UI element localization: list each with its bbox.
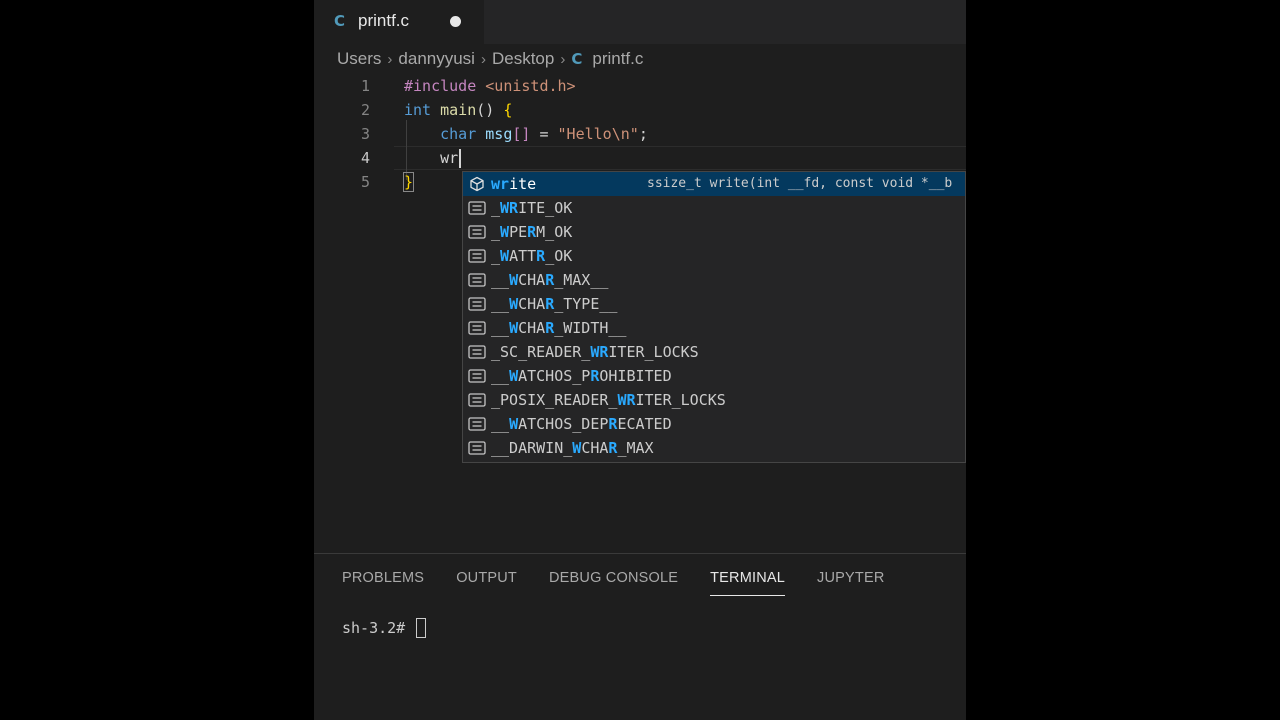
constant-icon (468, 439, 486, 457)
parens: () (476, 101, 495, 119)
suggestion-item[interactable]: __WATCHOS_DEPRECATED (463, 412, 965, 436)
constant-icon (468, 343, 486, 361)
line-number-active: 4 (360, 149, 370, 167)
terminal-line[interactable]: sh-3.2# (342, 618, 427, 638)
code-line-1: #include <unistd.h> (404, 74, 576, 98)
suggestion-item[interactable]: _WPERM_OK (463, 220, 965, 244)
code-editor[interactable]: 1 2 3 4 5 #include <unistd.h> int main()… (314, 74, 966, 552)
unsaved-dot-icon[interactable] (450, 16, 461, 27)
constant-icon (468, 319, 486, 337)
tab-printf-c[interactable]: C printf.c (314, 0, 484, 44)
breadcrumb: Users › dannyyusi › Desktop › C printf.c (337, 48, 643, 70)
function-name: main (440, 101, 477, 119)
array-brackets: [] (512, 125, 531, 143)
line-number: 3 (360, 125, 370, 143)
code-line-2: int main() { (404, 98, 512, 122)
chevron-right-icon: › (387, 50, 393, 68)
chevron-right-icon: › (560, 50, 566, 68)
constant-icon (468, 223, 486, 241)
c-file-icon: C (334, 12, 346, 30)
suggestion-list[interactable]: write ssize_t write(int __fd, const void … (463, 172, 965, 460)
suggestion-label: __WATCHOS_DEPRECATED (491, 415, 672, 433)
terminal-prompt: sh-3.2# (342, 619, 415, 637)
code-line-3: char msg[] = "Hello\n"; (404, 122, 648, 146)
suggestion-label: __WCHAR_MAX__ (491, 271, 609, 289)
terminal-cursor (416, 618, 427, 638)
type-keyword: int (404, 101, 432, 119)
type-keyword: char (440, 125, 477, 143)
variable-name: msg (485, 125, 513, 143)
string-literal: "Hello\n" (557, 125, 639, 143)
close-brace: } (402, 172, 415, 192)
suggestion-detail: ssize_t write(int __fd, const void *__b (647, 176, 953, 191)
suggestion-item[interactable]: __WATCHOS_PROHIBITED (463, 364, 965, 388)
suggestion-label: _SC_READER_WRITER_LOCKS (491, 343, 699, 361)
suggestion-label: __WATCHOS_PROHIBITED (491, 367, 672, 385)
panel-tabs: PROBLEMS OUTPUT DEBUG CONSOLE TERMINAL JUPYT… (342, 566, 917, 596)
chevron-right-icon: › (480, 50, 486, 68)
breadcrumb-item-file[interactable]: printf.c (592, 49, 643, 69)
constant-icon (468, 415, 486, 433)
panel-tab-terminal[interactable]: TERMINAL (710, 566, 786, 596)
constant-icon (468, 199, 486, 217)
semicolon: ; (638, 125, 648, 143)
panel-tab-problems[interactable]: PROBLEMS (342, 566, 424, 596)
constant-icon (468, 367, 486, 385)
autocomplete-suggest-widget[interactable]: write ssize_t write(int __fd, const void … (462, 171, 966, 463)
suggestion-item[interactable]: write ssize_t write(int __fd, const void … (463, 172, 965, 196)
breadcrumb-item-dannyyusi[interactable]: dannyyusi (398, 49, 475, 69)
code-line-5: } (402, 170, 415, 194)
suggestion-item[interactable]: __WCHAR_WIDTH__ (463, 316, 965, 340)
suggestion-item[interactable]: _WATTR_OK (463, 244, 965, 268)
line-number: 1 (360, 77, 370, 95)
suggestion-item[interactable]: __WCHAR_TYPE__ (463, 292, 965, 316)
c-file-icon: C (571, 50, 583, 68)
tab-label: printf.c (358, 11, 410, 30)
suggestion-label: __DARWIN_WCHAR_MAX (491, 439, 654, 457)
suggestion-label: _WRITE_OK (491, 199, 573, 217)
preprocessor-directive: #include (404, 77, 477, 95)
panel-tab-jupyter[interactable]: JUPYTER (817, 566, 884, 596)
suggestion-item[interactable]: _POSIX_READER_WRITER_LOCKS (463, 388, 965, 412)
panel-tab-debug-console[interactable]: DEBUG CONSOLE (549, 566, 678, 596)
suggestion-label: _POSIX_READER_WRITER_LOCKS (491, 391, 726, 409)
code-line-4: wr (404, 146, 462, 170)
suggestion-item[interactable]: __DARWIN_WCHAR_MAX (463, 436, 965, 460)
breadcrumb-item-users[interactable]: Users (337, 49, 381, 69)
include-header: <unistd.h> (485, 77, 576, 95)
suggestion-label: _WPERM_OK (491, 223, 573, 241)
suggestion-item[interactable]: _WRITE_OK (463, 196, 965, 220)
suggestion-label: _WATTR_OK (491, 247, 573, 265)
current-line-highlight (394, 146, 966, 170)
constant-icon (468, 247, 486, 265)
constant-icon (468, 295, 486, 313)
tab-bar: C printf.c (314, 0, 966, 44)
suggestion-item[interactable]: __WCHAR_MAX__ (463, 268, 965, 292)
text-cursor (459, 149, 462, 168)
typed-text: wr (440, 149, 459, 167)
vscode-window: C printf.c Users › dannyyusi › Desktop ›… (314, 0, 966, 720)
panel-tab-output[interactable]: OUTPUT (456, 566, 517, 596)
constant-icon (468, 391, 486, 409)
suggestion-label: __WCHAR_TYPE__ (491, 295, 618, 313)
bottom-panel: PROBLEMS OUTPUT DEBUG CONSOLE TERMINAL JUPYT… (314, 553, 966, 720)
line-number: 5 (360, 173, 370, 191)
line-number: 2 (360, 101, 370, 119)
suggestion-item[interactable]: _SC_READER_WRITER_LOCKS (463, 340, 965, 364)
suggestion-label: write (491, 175, 537, 193)
breadcrumb-item-desktop[interactable]: Desktop (492, 49, 554, 69)
method-cube-icon (468, 175, 486, 193)
constant-icon (468, 271, 486, 289)
open-brace: { (503, 101, 513, 119)
assign-operator: = (530, 125, 558, 143)
suggestion-label: __WCHAR_WIDTH__ (491, 319, 627, 337)
